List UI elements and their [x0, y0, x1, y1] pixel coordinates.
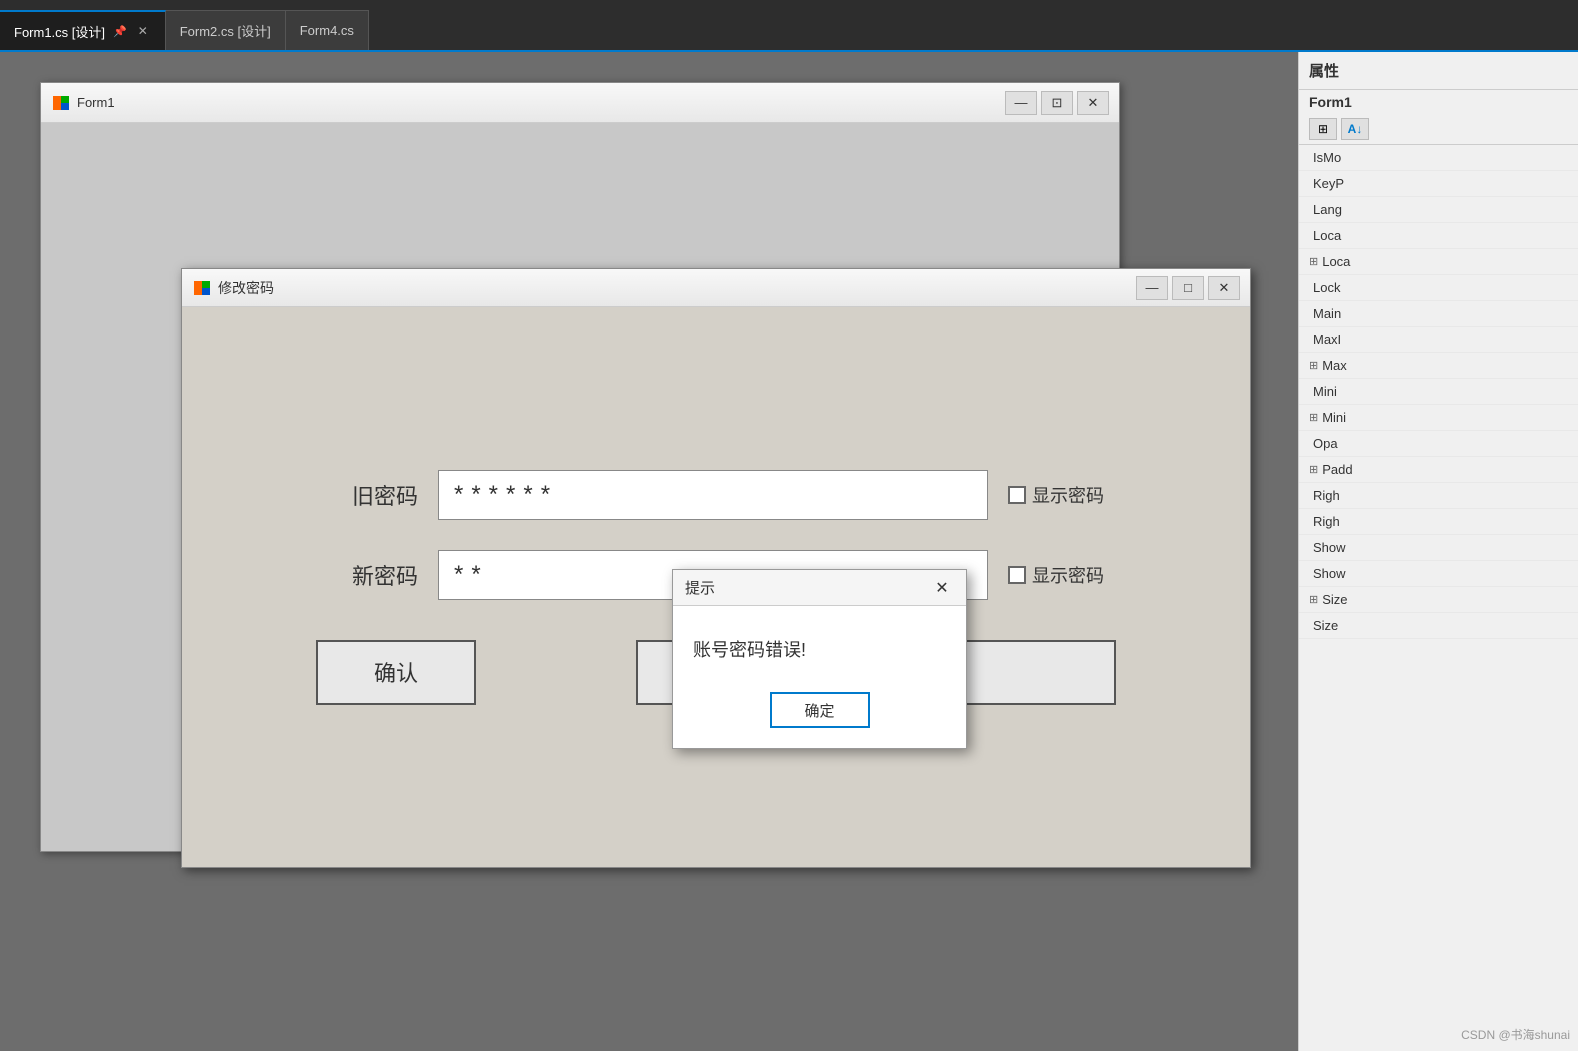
- prop-keyp[interactable]: KeyP: [1299, 171, 1578, 197]
- prop-mini2[interactable]: ⊞ Mini: [1299, 405, 1578, 431]
- tab-form1-label: Form1.cs [设计]: [14, 22, 105, 41]
- tab-form1[interactable]: Form1.cs [设计] 📌 ✕: [0, 10, 166, 50]
- prop-size1-name: Size: [1322, 592, 1347, 607]
- prop-loca1-name: Loca: [1313, 228, 1341, 243]
- tab-form4-label: Form4.cs: [300, 23, 354, 38]
- prop-size2-name: Size: [1313, 618, 1338, 633]
- dialog-title: 提示: [685, 577, 930, 598]
- prop-mini2-expand: ⊞: [1309, 411, 1318, 424]
- pin-icon[interactable]: 📌: [113, 25, 127, 38]
- prop-opa[interactable]: Opa: [1299, 431, 1578, 457]
- prop-padd-expand: ⊞: [1309, 463, 1318, 476]
- form2-window: 修改密码 — □ ✕ 旧密码 ******: [181, 268, 1251, 868]
- prop-maxi-name: MaxI: [1313, 332, 1341, 347]
- prop-max-expand: ⊞: [1309, 359, 1318, 372]
- form1-restore-btn[interactable]: ⊡: [1041, 91, 1073, 115]
- prop-show2[interactable]: Show: [1299, 561, 1578, 587]
- form1-titlebar: Form1 — ⊡ ✕: [41, 83, 1119, 123]
- dialog-overlay: 提示 ✕ 账号密码错误! 确定: [182, 269, 1250, 867]
- tab-form2[interactable]: Form2.cs [设计]: [166, 10, 286, 50]
- form1-minimize-btn[interactable]: —: [1005, 91, 1037, 115]
- prop-righ2[interactable]: Righ: [1299, 509, 1578, 535]
- prop-max[interactable]: ⊞ Max: [1299, 353, 1578, 379]
- prop-ismodal-name: IsMo: [1313, 150, 1341, 165]
- prop-keyp-name: KeyP: [1313, 176, 1344, 191]
- watermark: CSDN @书海shunai: [1461, 1026, 1570, 1043]
- prop-lock[interactable]: Lock: [1299, 275, 1578, 301]
- prop-ismodal[interactable]: IsMo: [1299, 145, 1578, 171]
- prop-lock-name: Lock: [1313, 280, 1340, 295]
- prop-max-name: Max: [1322, 358, 1347, 373]
- prop-main[interactable]: Main: [1299, 301, 1578, 327]
- dialog: 提示 ✕ 账号密码错误! 确定: [672, 569, 967, 749]
- prop-opa-name: Opa: [1313, 436, 1338, 451]
- prop-size2[interactable]: Size: [1299, 613, 1578, 639]
- right-panel-toolbar: ⊞ A↓: [1299, 114, 1578, 145]
- prop-loca1[interactable]: Loca: [1299, 223, 1578, 249]
- dialog-ok-button[interactable]: 确定: [770, 692, 870, 728]
- form1-body: 修改密码 — □ ✕ 旧密码 ******: [41, 123, 1119, 851]
- property-list: IsMo KeyP Lang Loca ⊞ Loca Lock Main Max: [1299, 145, 1578, 639]
- tab-bar: Form1.cs [设计] 📌 ✕ Form2.cs [设计] Form4.cs: [0, 0, 1578, 52]
- prop-main-name: Main: [1313, 306, 1341, 321]
- form1-icon: [51, 94, 71, 112]
- prop-mini2-name: Mini: [1322, 410, 1346, 425]
- right-panel-title: 属性: [1309, 63, 1339, 80]
- prop-show2-name: Show: [1313, 566, 1346, 581]
- prop-righ2-name: Righ: [1313, 514, 1340, 529]
- prop-maxi[interactable]: MaxI: [1299, 327, 1578, 353]
- tab-form2-label: Form2.cs [设计]: [180, 21, 271, 40]
- dialog-message: 账号密码错误!: [693, 640, 806, 660]
- prop-size1[interactable]: ⊞ Size: [1299, 587, 1578, 613]
- form-icon-blue: [61, 103, 69, 110]
- dialog-ok-label: 确定: [804, 700, 834, 721]
- prop-righ1[interactable]: Righ: [1299, 483, 1578, 509]
- prop-loca2-name: Loca: [1322, 254, 1350, 269]
- dialog-close-btn[interactable]: ✕: [930, 576, 954, 600]
- prop-righ1-name: Righ: [1313, 488, 1340, 503]
- watermark-text: CSDN @书海shunai: [1461, 1028, 1570, 1042]
- prop-size1-expand: ⊞: [1309, 593, 1318, 606]
- prop-padd[interactable]: ⊞ Padd: [1299, 457, 1578, 483]
- right-panel-header: 属性: [1299, 52, 1578, 90]
- form1-window: Form1 — ⊡ ✕ 修改密码 — □: [40, 82, 1120, 852]
- prop-mini1[interactable]: Mini: [1299, 379, 1578, 405]
- right-panel: 属性 Form1 ⊞ A↓ IsMo KeyP Lang Loca ⊞ Loca: [1298, 52, 1578, 1051]
- form1-title: Form1: [77, 95, 1005, 110]
- prop-lang[interactable]: Lang: [1299, 197, 1578, 223]
- form1-window-controls: — ⊡ ✕: [1005, 91, 1109, 115]
- dialog-body: 账号密码错误!: [673, 606, 966, 682]
- form1-close-btn[interactable]: ✕: [1077, 91, 1109, 115]
- right-panel-form-name: Form1: [1309, 94, 1352, 110]
- prop-loca2[interactable]: ⊞ Loca: [1299, 249, 1578, 275]
- prop-padd-name: Padd: [1322, 462, 1352, 477]
- prop-loca2-expand: ⊞: [1309, 255, 1318, 268]
- toolbar-btn-1[interactable]: ⊞: [1309, 118, 1337, 140]
- design-area: Form1 — ⊡ ✕ 修改密码 — □: [0, 52, 1298, 1051]
- dialog-footer: 确定: [673, 682, 966, 748]
- form-icon-shape: [53, 96, 69, 110]
- tab-form1-close[interactable]: ✕: [135, 23, 151, 39]
- prop-show1-name: Show: [1313, 540, 1346, 555]
- dialog-titlebar: 提示 ✕: [673, 570, 966, 606]
- prop-mini1-name: Mini: [1313, 384, 1337, 399]
- right-panel-subheader: Form1: [1299, 90, 1578, 114]
- toolbar-btn-2[interactable]: A↓: [1341, 118, 1369, 140]
- prop-show1[interactable]: Show: [1299, 535, 1578, 561]
- tab-form4[interactable]: Form4.cs: [286, 10, 369, 50]
- prop-lang-name: Lang: [1313, 202, 1342, 217]
